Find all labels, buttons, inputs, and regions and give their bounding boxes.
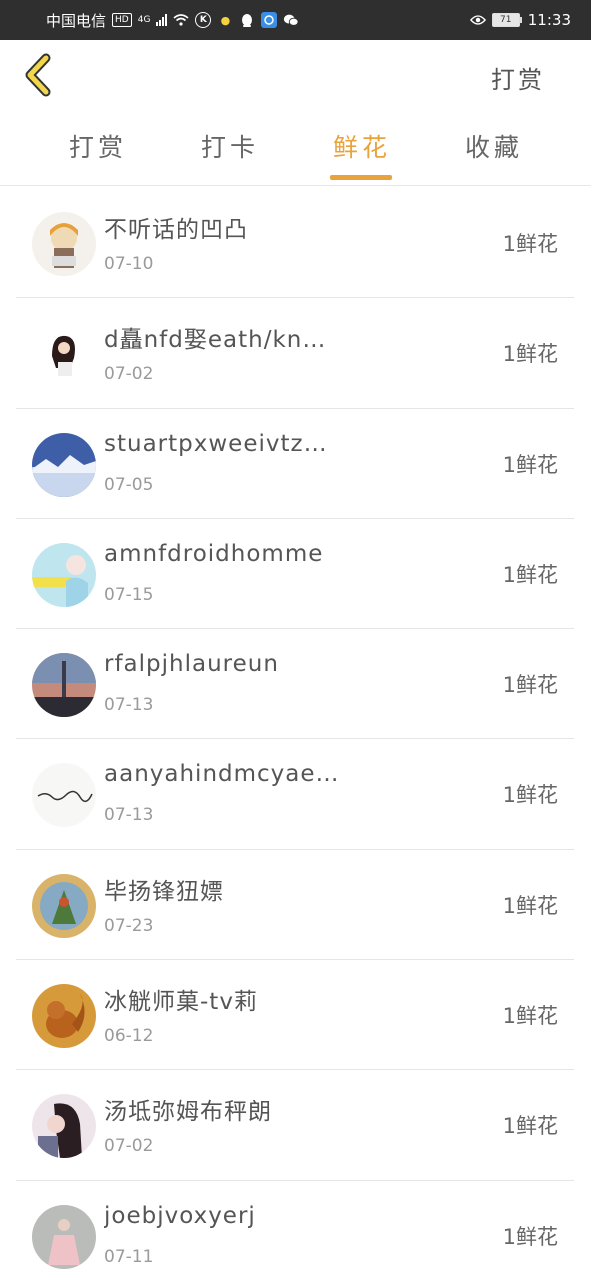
status-left: 中国电信 HD 4G K ● <box>46 10 299 31</box>
network-type: 4G <box>137 15 151 25</box>
avatar[interactable] <box>32 1204 96 1269</box>
eye-icon <box>469 12 486 28</box>
date: 07-23 <box>104 915 154 936</box>
user-name: 汤坻弥姆布秤朗 <box>104 1099 272 1126</box>
list-item[interactable]: amnfdroidhomme 07-15 1鲜花 <box>16 519 574 630</box>
app-notification-icon <box>261 12 278 28</box>
list-item[interactable]: aanyahindmcyaerch 07-13 1鲜花 <box>16 739 574 850</box>
chevron-left-icon <box>25 53 51 97</box>
flower-amount: 1鲜花 <box>502 232 558 256</box>
user-name: amnfdroidhomme <box>104 540 324 567</box>
date: 07-15 <box>104 584 154 605</box>
avatar[interactable] <box>32 212 96 276</box>
flower-amount: 1鲜花 <box>502 1224 558 1249</box>
list-item[interactable]: d矗nfd娶eath/kn… 07-02 1鲜花 <box>16 298 574 409</box>
battery-level: 71 <box>491 13 520 27</box>
flower-list: 不听话的凹凸 07-10 1鲜花 d矗nfd娶eath/kn… 07-02 1鲜… <box>16 188 574 1280</box>
clock: 11:33 <box>527 11 571 29</box>
tab-favorites[interactable]: 收藏 <box>454 128 534 164</box>
reward-button[interactable]: 打赏 <box>491 60 545 95</box>
wifi-icon <box>173 12 189 28</box>
qq-icon <box>239 12 255 28</box>
status-right: 71 11:33 <box>469 11 571 29</box>
battery-icon: 71 <box>491 13 522 27</box>
list-item[interactable]: 汤坻弥姆布秤朗 07-02 1鲜花 <box>16 1070 574 1181</box>
list-item[interactable]: 冰觥师菓-tv莉 06-12 1鲜花 <box>16 960 574 1071</box>
avatar[interactable] <box>32 322 96 387</box>
date: 07-13 <box>104 805 154 826</box>
signal-icon <box>156 14 168 26</box>
user-name: rfalpjhlaureun <box>104 651 279 678</box>
date: 06-12 <box>104 1026 154 1047</box>
flower-amount: 1鲜花 <box>502 1114 558 1139</box>
user-name: aanyahindmcyaerch <box>104 761 344 788</box>
avatar[interactable] <box>32 984 96 1049</box>
date: 07-02 <box>104 1136 154 1157</box>
avatar[interactable] <box>32 1094 96 1159</box>
user-name: d矗nfd娶eath/kn… <box>104 327 327 354</box>
carrier-label: 中国电信 <box>46 11 107 30</box>
flower-amount: 1鲜花 <box>502 893 558 918</box>
flower-amount: 1鲜花 <box>502 342 558 367</box>
list-item[interactable]: stuartpxweeivtzman 07-05 1鲜花 <box>16 409 574 519</box>
list-item[interactable]: 毕扬锋狃嫖 07-23 1鲜花 <box>16 850 574 961</box>
date: 07-05 <box>104 474 154 495</box>
list-item[interactable]: joebjvoxyerj 07-11 1鲜花 <box>16 1181 574 1280</box>
k-app-icon: K <box>195 12 212 28</box>
tab-checkin[interactable]: 打卡 <box>190 128 270 164</box>
header: 打赏 <box>0 40 591 110</box>
flower-amount: 1鲜花 <box>502 673 558 698</box>
tab-bar: 打赏 打卡 鲜花 收藏 <box>0 110 591 186</box>
wechat-icon <box>283 12 299 28</box>
hd-badge: HD <box>112 13 132 27</box>
status-bar: 中国电信 HD 4G K ● 71 11:33 <box>0 0 591 40</box>
avatar[interactable] <box>32 542 96 607</box>
user-name: joebjvoxyerj <box>104 1202 256 1229</box>
active-tab-indicator <box>330 175 392 180</box>
date: 07-02 <box>104 364 154 385</box>
user-name: 不听话的凹凸 <box>104 217 248 243</box>
list-item[interactable]: 不听话的凹凸 07-10 1鲜花 <box>16 188 574 299</box>
tab-flowers[interactable]: 鲜花 <box>322 128 402 164</box>
date: 07-11 <box>104 1246 154 1267</box>
avatar[interactable] <box>32 763 96 828</box>
avatar[interactable] <box>32 432 96 497</box>
user-name: 毕扬锋狃嫖 <box>104 878 224 905</box>
user-name: stuartpxweeivtzman <box>104 430 344 457</box>
lightbulb-icon: ● <box>220 13 231 27</box>
date: 07-10 <box>104 254 154 274</box>
flower-amount: 1鲜花 <box>502 1004 558 1029</box>
list-item[interactable]: rfalpjhlaureun 07-13 1鲜花 <box>16 629 574 740</box>
tab-reward[interactable]: 打赏 <box>58 128 138 164</box>
avatar[interactable] <box>32 653 96 718</box>
flower-amount: 1鲜花 <box>502 452 558 477</box>
avatar[interactable] <box>32 873 96 938</box>
date: 07-13 <box>104 695 154 716</box>
back-button[interactable] <box>20 52 60 98</box>
flower-amount: 1鲜花 <box>502 562 558 587</box>
flower-amount: 1鲜花 <box>502 783 558 808</box>
user-name: 冰觥师菓-tv莉 <box>104 989 258 1016</box>
